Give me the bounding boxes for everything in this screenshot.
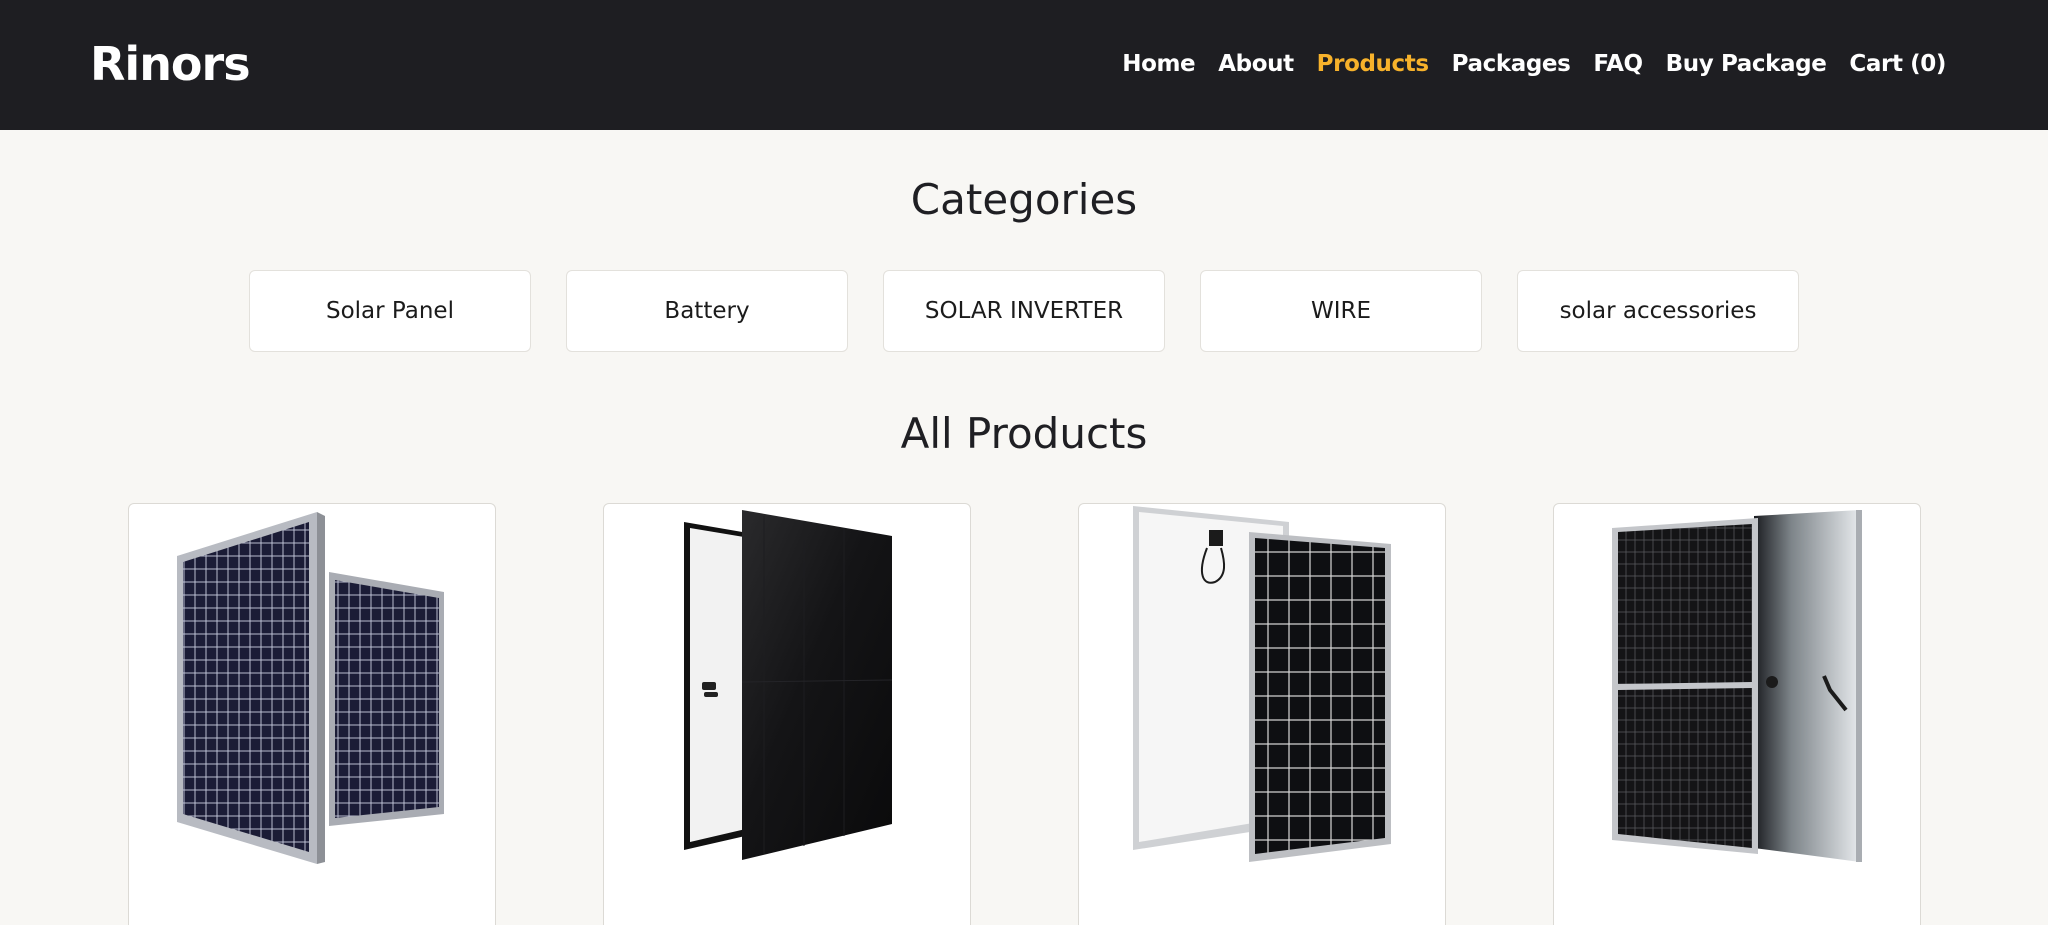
- white-back-solar-panel-icon: [1133, 506, 1391, 862]
- product-card[interactable]: [1078, 503, 1446, 925]
- nav-faq[interactable]: FAQ: [1593, 44, 1643, 84]
- product-card[interactable]: [128, 503, 496, 925]
- half-cell-solar-panel-icon: [1612, 510, 1862, 862]
- category-solar-accessories[interactable]: solar accessories: [1517, 270, 1799, 352]
- category-solar-panel[interactable]: Solar Panel: [249, 270, 531, 352]
- category-wire[interactable]: WIRE: [1200, 270, 1482, 352]
- category-list: Solar Panel Battery SOLAR INVERTER WIRE …: [249, 270, 1799, 352]
- category-battery[interactable]: Battery: [566, 270, 848, 352]
- nav-about[interactable]: About: [1218, 44, 1294, 84]
- main-nav: Home About Products Packages FAQ Buy Pac…: [1099, 44, 1946, 84]
- product-card[interactable]: [603, 503, 971, 925]
- nav-home[interactable]: Home: [1122, 44, 1195, 84]
- brand-logo[interactable]: Rinors: [90, 34, 251, 94]
- top-navbar: Rinors Home About Products Packages FAQ …: [0, 0, 2048, 130]
- nav-packages[interactable]: Packages: [1452, 44, 1571, 84]
- nav-products[interactable]: Products: [1317, 44, 1429, 84]
- categories-heading: Categories: [910, 175, 1138, 224]
- black-solar-panel-pair-icon: [684, 510, 893, 860]
- all-products-heading: All Products: [900, 409, 1148, 458]
- nav-cart[interactable]: Cart (0): [1849, 44, 1946, 84]
- category-solar-inverter[interactable]: SOLAR INVERTER: [883, 270, 1165, 352]
- nav-buy-package[interactable]: Buy Package: [1666, 44, 1827, 84]
- solar-panel-pair-blue-icon: [177, 512, 444, 864]
- product-card[interactable]: [1553, 503, 1921, 925]
